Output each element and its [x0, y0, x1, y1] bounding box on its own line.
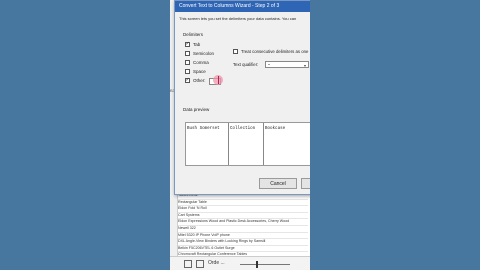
list-item[interactable]: Mitel 5320 IP Phone VoIP phone — [178, 233, 308, 240]
consecutive-delimiters-row[interactable]: Treat consecutive delimiters as one — [233, 48, 308, 55]
list-item[interactable]: Eldon Expressions Wood and Plastic Desk … — [178, 219, 308, 226]
dialog-description: This screen lets you set the delimiters … — [179, 16, 297, 21]
grid-icon[interactable] — [184, 260, 192, 268]
text-qualifier-value: " — [268, 63, 270, 68]
data-preview-label: Data preview — [183, 107, 210, 112]
space-checkbox[interactable] — [185, 69, 190, 74]
text-qualifier-label: Text qualifier: — [233, 62, 259, 67]
other-label: Other: — [193, 78, 206, 83]
sheet-tab[interactable]: Orde ... — [208, 260, 225, 266]
comma-checkbox[interactable] — [185, 60, 190, 65]
comma-checkbox-row[interactable]: Comma — [185, 59, 209, 66]
semicolon-checkbox-row[interactable]: Semicolon — [185, 50, 214, 57]
semicolon-label: Semicolon — [193, 51, 215, 56]
chevron-down-icon: ▾ — [303, 63, 306, 68]
space-checkbox-row[interactable]: Space — [185, 68, 206, 75]
consecutive-label: Treat consecutive delimiters as one — [241, 49, 309, 54]
comma-label: Comma — [193, 60, 209, 65]
other-checkbox[interactable] — [185, 77, 190, 83]
data-preview: Bush Somerset Collection Bookcase — [185, 122, 310, 166]
delimiters-label: Delimiters — [183, 32, 204, 37]
semicolon-checkbox[interactable] — [185, 51, 190, 56]
screen: { "dialog": { "title": "Convert Text to … — [0, 0, 480, 270]
dialog-title: Convert Text to Columns Wizard - Step 2 … — [175, 1, 310, 12]
zoom-handle[interactable] — [256, 261, 258, 268]
tab-checkbox-row[interactable]: Tab — [185, 41, 200, 48]
list-item[interactable]: Eldon Fold 'N Roll — [178, 206, 308, 213]
list-item[interactable]: Belkin F5C206VTEL 6 Outlet Surge — [178, 246, 308, 253]
list-item[interactable]: DXL Angle-View Binders with Locking Ring… — [178, 239, 308, 246]
space-label: Space — [193, 69, 206, 74]
preview-column-1[interactable]: Bush Somerset — [186, 123, 229, 165]
list-item[interactable]: Rectangular Table — [178, 200, 308, 207]
data-list: Tables Desk Rectangular Table Eldon Fold… — [178, 193, 308, 266]
sheet-status-bar: Orde ... — [170, 256, 310, 270]
text-to-columns-dialog: Convert Text to Columns Wizard - Step 2 … — [174, 0, 310, 195]
preview-column-2[interactable]: Collection — [229, 123, 264, 165]
tab-label: Tab — [193, 42, 201, 47]
phone-screen: B3 Tables Desk Rectangular Table Eldon F… — [170, 0, 310, 270]
consecutive-checkbox[interactable] — [233, 49, 238, 54]
preview-column-3[interactable]: Bookcase — [264, 123, 310, 165]
list-item[interactable]: Newell 322 — [178, 226, 308, 233]
text-cursor-icon — [217, 76, 219, 84]
cancel-button[interactable]: Cancel — [259, 178, 297, 189]
list-item[interactable]: Cart Systems — [178, 213, 308, 220]
layout-icon[interactable] — [196, 260, 204, 268]
tab-checkbox[interactable] — [185, 41, 190, 47]
text-qualifier-select[interactable]: " ▾ — [265, 61, 309, 68]
back-button[interactable] — [301, 178, 310, 189]
other-checkbox-row[interactable]: Other: — [185, 77, 206, 84]
zoom-slider[interactable] — [240, 264, 290, 265]
